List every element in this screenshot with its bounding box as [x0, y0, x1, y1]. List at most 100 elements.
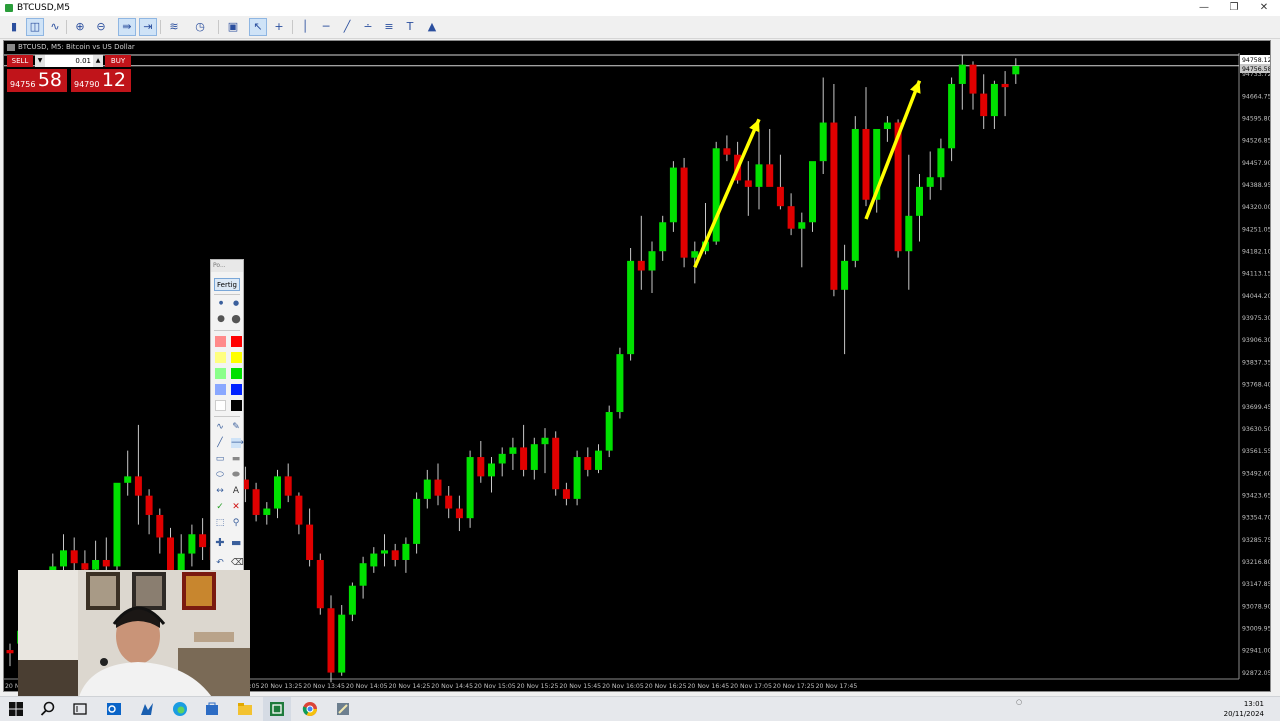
- task-view-icon[interactable]: [72, 701, 88, 717]
- lot-size-value[interactable]: 0.01: [47, 55, 91, 67]
- candle-body: [755, 164, 763, 187]
- timeframe-icon[interactable]: ◷: [192, 19, 208, 35]
- search-icon[interactable]: [40, 701, 56, 717]
- filled-rectangle-icon[interactable]: ▬: [231, 454, 241, 464]
- webcam-image: [18, 570, 250, 700]
- pen-size-xs-icon[interactable]: ●: [216, 298, 226, 308]
- zoom-area-icon[interactable]: ⚲: [231, 518, 241, 528]
- buy-button[interactable]: BUY: [105, 55, 131, 67]
- trend-line-icon[interactable]: ╱: [339, 19, 355, 35]
- indicators-icon[interactable]: ≋: [166, 19, 182, 35]
- drawing-palette: Po... Fertig ● ● ● ● ∿ ✎ ╱ ⟶ ▭ ▬ ⬭ ⬬ ↔ A…: [210, 259, 244, 575]
- light-yellow-swatch[interactable]: [215, 352, 226, 363]
- price-axis-label: 93285.75: [1242, 537, 1270, 544]
- clock-time: 13:01: [1243, 700, 1264, 708]
- yellow-swatch[interactable]: [231, 352, 242, 363]
- vertical-line-icon[interactable]: │: [297, 19, 313, 35]
- light-red-swatch[interactable]: [215, 336, 226, 347]
- text-tool-icon[interactable]: A: [231, 486, 241, 496]
- candle-body: [156, 514, 164, 538]
- windows-start-icon[interactable]: [8, 701, 24, 717]
- zoom-out-icon[interactable]: ⊖: [93, 19, 109, 35]
- chrome-icon[interactable]: [302, 701, 318, 717]
- price-axis-label: 93078.90: [1242, 603, 1270, 610]
- time-axis-label: 20 Nov 15:25: [517, 683, 559, 690]
- candle-body: [851, 128, 859, 261]
- text-icon[interactable]: T: [402, 19, 418, 35]
- light-green-swatch[interactable]: [215, 368, 226, 379]
- undo-icon[interactable]: ↶: [215, 558, 225, 568]
- sell-button[interactable]: SELL: [7, 55, 33, 67]
- pen-size-l-icon[interactable]: ●: [231, 313, 241, 324]
- store-icon[interactable]: [204, 701, 220, 717]
- file-explorer-icon[interactable]: [237, 701, 253, 717]
- delete-x-icon[interactable]: ✕: [231, 502, 241, 512]
- check-icon[interactable]: ✓: [215, 502, 225, 512]
- price-axis-label: 94182.10: [1242, 249, 1270, 256]
- black-swatch[interactable]: [231, 400, 242, 411]
- line-tool-icon[interactable]: ╱: [215, 438, 225, 448]
- excel-icon[interactable]: [269, 701, 285, 717]
- candlestick-icon[interactable]: ◫: [26, 18, 44, 36]
- tools-icon[interactable]: [335, 701, 351, 717]
- palette-done-button[interactable]: Fertig: [214, 278, 240, 291]
- lot-size-field[interactable]: ▼ 0.01 ▲: [35, 55, 103, 67]
- sell-price-box[interactable]: 94756 58: [7, 69, 67, 92]
- candle-body: [1012, 65, 1020, 75]
- restore-button[interactable]: ❐: [1219, 0, 1249, 16]
- candle-body: [60, 550, 67, 567]
- blue-swatch[interactable]: [231, 384, 242, 395]
- candle-body: [766, 164, 774, 187]
- toolbar-separator: [66, 20, 67, 34]
- candle-body: [969, 64, 977, 94]
- ellipse-icon[interactable]: ⬭: [215, 470, 225, 480]
- measure-icon[interactable]: ↔: [215, 486, 225, 496]
- marker-icon[interactable]: ✎: [231, 422, 241, 432]
- candle-body: [381, 550, 388, 554]
- channel-icon[interactable]: ∸: [360, 19, 376, 35]
- edge-icon[interactable]: [172, 701, 188, 717]
- time-axis-label: 20 Nov 13:45: [303, 683, 345, 690]
- horizontal-line-icon[interactable]: ─: [318, 19, 334, 35]
- lot-increase-icon[interactable]: ▲: [93, 55, 103, 67]
- pen-size-s-icon[interactable]: ●: [231, 298, 241, 308]
- lot-decrease-icon[interactable]: ▼: [35, 55, 45, 67]
- plus-icon[interactable]: ✚: [215, 537, 225, 548]
- bar-chart-icon[interactable]: ▮: [6, 19, 22, 35]
- candle-body: [348, 585, 356, 615]
- red-swatch[interactable]: [231, 336, 242, 347]
- chart-shift-icon[interactable]: ⇥: [139, 18, 157, 36]
- outlook-icon[interactable]: [106, 701, 122, 717]
- fibonacci-icon[interactable]: ≡: [381, 19, 397, 35]
- trash-icon[interactable]: ⌫: [231, 558, 244, 568]
- toolbar-separator: [160, 20, 161, 34]
- white-swatch[interactable]: [215, 400, 226, 411]
- templates-icon[interactable]: ▣: [225, 19, 241, 35]
- time-axis-label: 20 Nov 13:25: [261, 683, 303, 690]
- light-blue-swatch[interactable]: [215, 384, 226, 395]
- buy-price-box[interactable]: 94790 12: [71, 69, 131, 92]
- select-area-icon[interactable]: ⬚: [215, 518, 225, 528]
- cursor-icon[interactable]: ↖: [249, 18, 267, 36]
- price-axis-label: 92941.00: [1242, 648, 1270, 655]
- shapes-icon[interactable]: ▲: [424, 19, 440, 35]
- rectangle-icon[interactable]: ▭: [215, 454, 225, 464]
- green-swatch[interactable]: [231, 368, 242, 379]
- arrow-tool-icon[interactable]: ⟶: [231, 438, 244, 448]
- minimize-button[interactable]: —: [1189, 0, 1219, 16]
- taskbar-clock[interactable]: 13:01 20/11/2024: [1220, 699, 1264, 719]
- close-button[interactable]: ✕: [1249, 0, 1279, 16]
- mt-platform-icon[interactable]: [139, 701, 155, 717]
- candle-body: [455, 508, 463, 519]
- candle-body: [124, 476, 132, 483]
- autoscroll-icon[interactable]: ⇛: [118, 18, 136, 36]
- tray-indicator-icon[interactable]: ○: [1016, 698, 1022, 706]
- line-chart-icon[interactable]: ∿: [47, 19, 63, 35]
- freehand-icon[interactable]: ∿: [215, 422, 225, 432]
- zoom-in-icon[interactable]: ⊕: [72, 19, 88, 35]
- candle-body: [284, 476, 292, 496]
- pen-size-m-icon[interactable]: ●: [216, 314, 226, 324]
- minus-icon[interactable]: ▬: [231, 537, 241, 548]
- filled-ellipse-icon[interactable]: ⬬: [231, 470, 241, 480]
- crosshair-icon[interactable]: +: [271, 19, 287, 35]
